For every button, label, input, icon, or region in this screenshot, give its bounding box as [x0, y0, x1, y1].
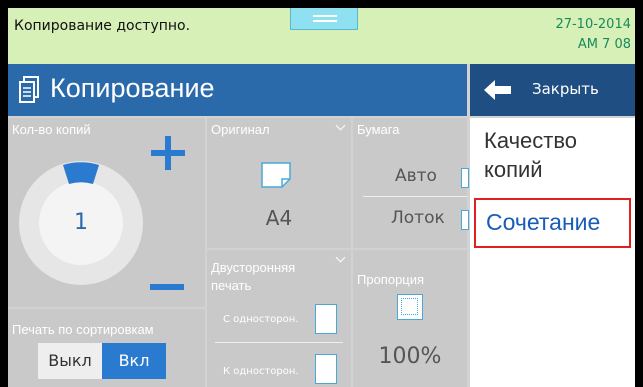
status-bar: Копирование доступно. 27-10-2014 AM 7 08 — [8, 8, 635, 64]
menu-item-label: Качество — [484, 128, 578, 153]
close-button-label: Закрыть — [532, 80, 599, 98]
page-title: Копирование — [50, 73, 215, 103]
copy-document-icon — [19, 76, 39, 103]
menu-item-copy-quality[interactable]: Качество копий — [484, 126, 624, 184]
app-header: Копирование — [8, 64, 467, 116]
plus-icon-vertical — [165, 136, 171, 170]
sort-panel: Печать по сортировкам Выкл Вкл — [8, 309, 205, 387]
duplex-label-line2: печать — [211, 278, 252, 293]
divider — [215, 342, 343, 343]
divider — [363, 196, 467, 197]
original-label: Оригинал — [211, 122, 270, 137]
pull-down-tab[interactable] — [290, 8, 358, 30]
chevron-down-icon — [335, 252, 346, 263]
original-size: A4 — [265, 206, 293, 230]
decrease-copies-button[interactable] — [150, 278, 186, 298]
sort-label: Печать по сортировкам — [12, 322, 154, 337]
close-button[interactable]: Закрыть — [470, 64, 635, 116]
minus-icon — [150, 284, 184, 290]
duplex-from: С односторон. — [223, 314, 299, 325]
device-frame: Копирование доступно. 27-10-2014 AM 7 08… — [0, 0, 643, 387]
menu-item-label: Сочетание — [486, 209, 601, 235]
duplex-panel[interactable]: Двусторонняя печать С односторон. К одно… — [207, 250, 351, 387]
single-sided-page-icon — [315, 354, 337, 384]
tab-line-icon — [313, 15, 337, 17]
original-panel[interactable]: Оригинал A4 — [207, 118, 351, 248]
ratio-panel[interactable]: Пропорция 100% — [353, 250, 467, 387]
paper-label: Бумага — [357, 122, 400, 137]
sort-on-button[interactable]: Вкл — [102, 343, 166, 379]
copies-count: 1 — [74, 210, 88, 235]
paper-tray: Лоток — [391, 208, 445, 228]
tab-line-icon — [313, 20, 337, 22]
single-sided-page-icon — [315, 304, 337, 334]
increase-copies-button[interactable] — [148, 134, 188, 174]
arrow-left-icon — [484, 80, 511, 100]
status-date: 27-10-2014 — [555, 17, 631, 32]
paper-auto: Авто — [395, 166, 437, 186]
page-icon — [261, 162, 291, 188]
chevron-down-icon — [335, 120, 346, 131]
sort-toggle[interactable]: Выкл Вкл — [38, 343, 166, 379]
copy-screen: Копирование доступно. 27-10-2014 AM 7 08… — [8, 8, 635, 387]
paper-auto-icon — [461, 168, 469, 188]
copies-panel: Кол-во копий 1 — [8, 118, 205, 307]
menu-item-label: копий — [484, 157, 543, 182]
ratio-value: 100% — [378, 344, 442, 369]
duplex-to: К односторон. — [223, 366, 299, 377]
status-message: Копирование доступно. — [14, 18, 191, 34]
status-time: AM 7 08 — [577, 37, 631, 52]
paper-tray-icon — [461, 210, 469, 230]
copies-label: Кол-во копий — [12, 122, 91, 137]
side-menu: Качество копий Сочетание — [470, 118, 635, 387]
sort-off-button[interactable]: Выкл — [38, 343, 102, 379]
menu-item-combine[interactable]: Сочетание — [474, 198, 631, 248]
duplex-label-line1: Двусторонняя — [211, 260, 296, 275]
scale-icon — [397, 294, 423, 320]
paper-panel[interactable]: Бумага Авто Лоток — [353, 118, 469, 248]
ratio-label: Пропорция — [357, 272, 425, 287]
